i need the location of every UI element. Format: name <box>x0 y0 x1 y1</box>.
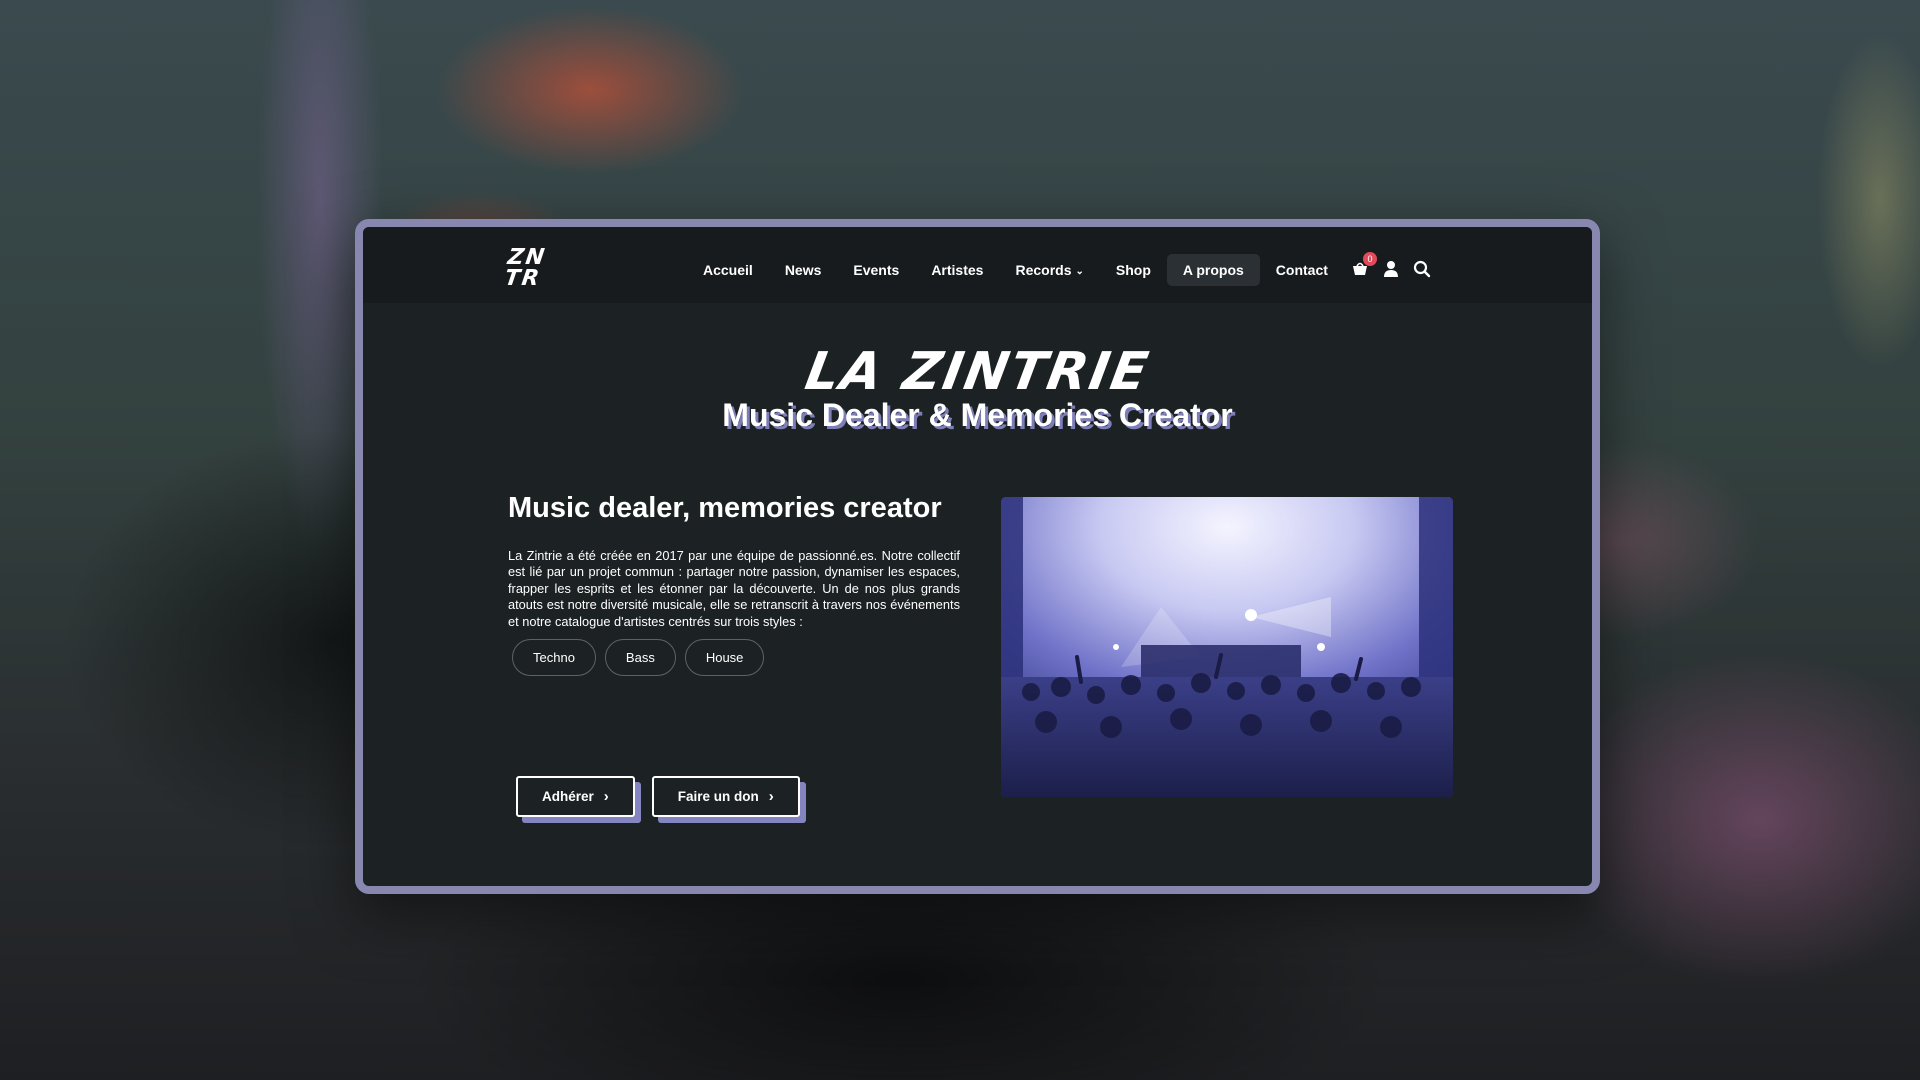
nav-item-contact[interactable]: Contact <box>1260 254 1344 286</box>
about-section: Music dealer, memories creator La Zintri… <box>508 491 960 677</box>
tag-techno[interactable]: Techno <box>512 639 596 677</box>
join-button-label: Adhérer <box>542 789 594 804</box>
hero-title: LA ZINTRIE <box>800 342 1155 402</box>
nav-item-records[interactable]: Records ⌄ <box>999 254 1099 286</box>
cart-count-badge: 0 <box>1363 252 1377 266</box>
chevron-right-icon: › <box>768 788 774 805</box>
about-body-text: La Zintrie a été créée en 2017 par une é… <box>508 548 960 629</box>
main-nav: Accueil News Events Artistes Records ⌄ S… <box>687 253 1344 287</box>
join-button-face[interactable]: Adhérer › <box>516 776 635 817</box>
zntr-logo[interactable]: ZN TR <box>503 245 569 293</box>
about-heading: Music dealer, memories creator <box>508 492 942 524</box>
chevron-down-icon: ⌄ <box>1075 265 1084 277</box>
nav-item-events[interactable]: Events <box>837 254 915 286</box>
search-icon[interactable] <box>1411 258 1433 280</box>
donate-button-label: Faire un don <box>677 789 759 804</box>
hero-subtitle: Music Dealer & Memories Creator <box>722 397 1233 433</box>
site-preview-frame: ZN TR Accueil News Events Artistes Recor… <box>355 219 1600 894</box>
style-tags: Techno Bass House <box>512 639 960 677</box>
chevron-right-icon: › <box>603 788 609 805</box>
tag-house[interactable]: House <box>684 639 765 677</box>
donate-button-face[interactable]: Faire un don › <box>651 776 800 817</box>
cta-row: Adhérer › Faire un don › <box>516 776 817 823</box>
nav-item-news[interactable]: News <box>769 254 838 286</box>
nav-item-accueil[interactable]: Accueil <box>687 254 769 286</box>
concert-photo <box>1001 497 1453 797</box>
nav-item-a-propos[interactable]: A propos <box>1166 254 1260 286</box>
top-navigation-bar: ZN TR Accueil News Events Artistes Recor… <box>363 227 1592 303</box>
cart-icon[interactable]: 0 <box>1349 252 1377 280</box>
nav-item-shop[interactable]: Shop <box>1100 254 1167 286</box>
tag-bass[interactable]: Bass <box>604 639 676 677</box>
nav-item-artistes[interactable]: Artistes <box>915 254 999 286</box>
donate-button[interactable]: Faire un don › <box>651 776 806 823</box>
nav-icons: 0 <box>1349 252 1442 280</box>
logo-text: ZN TR <box>503 245 548 291</box>
user-icon[interactable] <box>1380 258 1402 280</box>
join-button[interactable]: Adhérer › <box>516 776 641 823</box>
